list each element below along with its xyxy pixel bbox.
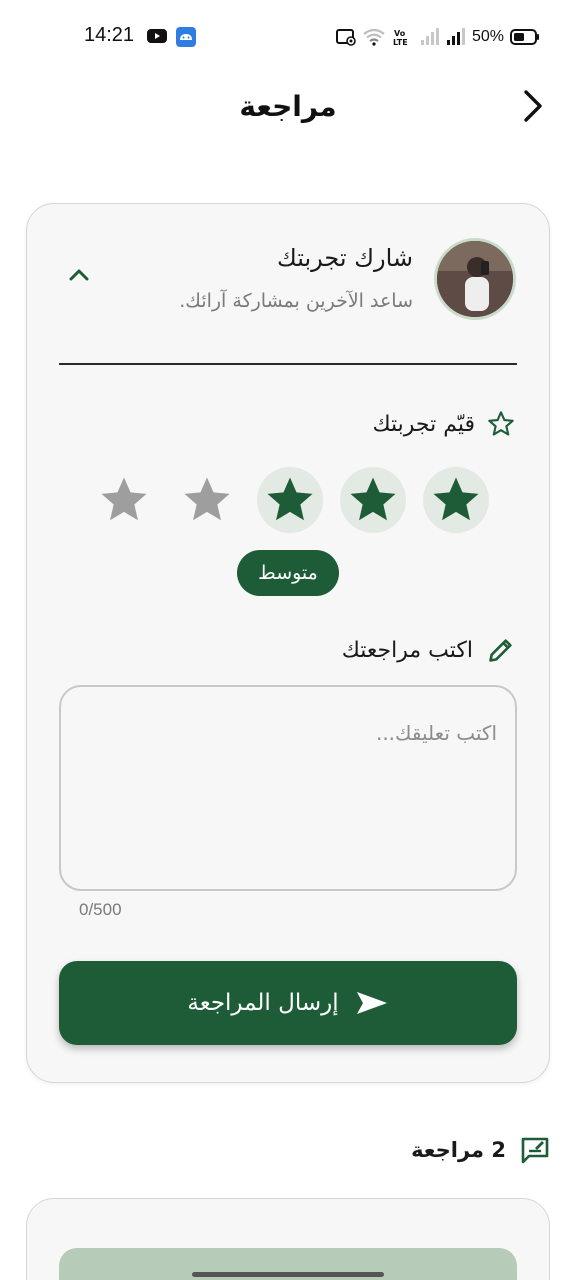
page-title: مراجعة	[239, 90, 337, 123]
star-outline-icon	[488, 411, 514, 436]
star-icon	[267, 477, 313, 521]
rate-section-header: قيّم تجربتك	[372, 410, 515, 438]
star-icon	[433, 477, 479, 521]
battery-percent: 50%	[471, 28, 504, 45]
app-bar: مراجعة	[0, 72, 576, 142]
char-count: 0/500	[79, 900, 122, 919]
signal-icon	[420, 28, 439, 45]
star-1[interactable]	[423, 467, 489, 533]
star-icon	[350, 477, 396, 521]
avatar-image	[437, 241, 513, 317]
wifi-icon	[363, 28, 385, 46]
rating-label-badge: متوسط	[237, 550, 339, 596]
share-title: شارك تجربتك	[277, 244, 413, 272]
review-list-card	[26, 1198, 550, 1280]
volte-icon: Vo LTE	[393, 29, 408, 46]
android-icon	[176, 27, 196, 47]
star-3[interactable]	[257, 467, 323, 533]
chevron-up-icon[interactable]	[67, 266, 91, 284]
divider	[59, 363, 517, 365]
rate-label: قيّم تجربتك	[372, 411, 475, 437]
reviews-count-header: 2 مراجعة	[411, 1136, 550, 1164]
write-label: اكتب مراجعتك	[341, 637, 473, 663]
screen-record-icon	[335, 29, 356, 46]
chevron-right-icon[interactable]	[518, 88, 546, 124]
submit-review-button[interactable]: إرسال المراجعة	[59, 961, 517, 1045]
star-icon	[184, 477, 230, 521]
share-subtitle: ساعد الآخرين بمشاركة آرائك.	[179, 290, 413, 312]
write-section-header: اكتب مراجعتك	[342, 636, 515, 664]
status-icons: Vo LTE 50%	[335, 26, 540, 48]
home-indicator[interactable]	[192, 1272, 384, 1277]
star-2[interactable]	[340, 467, 406, 533]
pencil-icon	[489, 639, 512, 662]
star-icon	[101, 477, 147, 521]
avatar	[434, 238, 516, 320]
battery-icon	[510, 29, 539, 45]
star-5[interactable]	[91, 467, 157, 533]
review-edit-icon	[521, 1137, 549, 1164]
submit-label: إرسال المراجعة	[187, 990, 339, 1016]
review-form-card: شارك تجربتك ساعد الآخرين بمشاركة آرائك. …	[26, 203, 550, 1083]
star-4[interactable]	[174, 467, 240, 533]
signal-icon	[446, 28, 465, 45]
comment-input[interactable]	[59, 685, 517, 891]
youtube-icon	[147, 29, 167, 43]
svg-text:LTE: LTE	[393, 38, 408, 46]
star-rating	[91, 467, 491, 533]
reviews-count: 2 مراجعة	[411, 1138, 506, 1162]
status-time: 14:21	[84, 24, 135, 46]
svg-text:Vo: Vo	[394, 29, 406, 38]
send-icon	[356, 992, 387, 1014]
status-bar: 14:21 Vo LTE 50%	[0, 0, 576, 72]
